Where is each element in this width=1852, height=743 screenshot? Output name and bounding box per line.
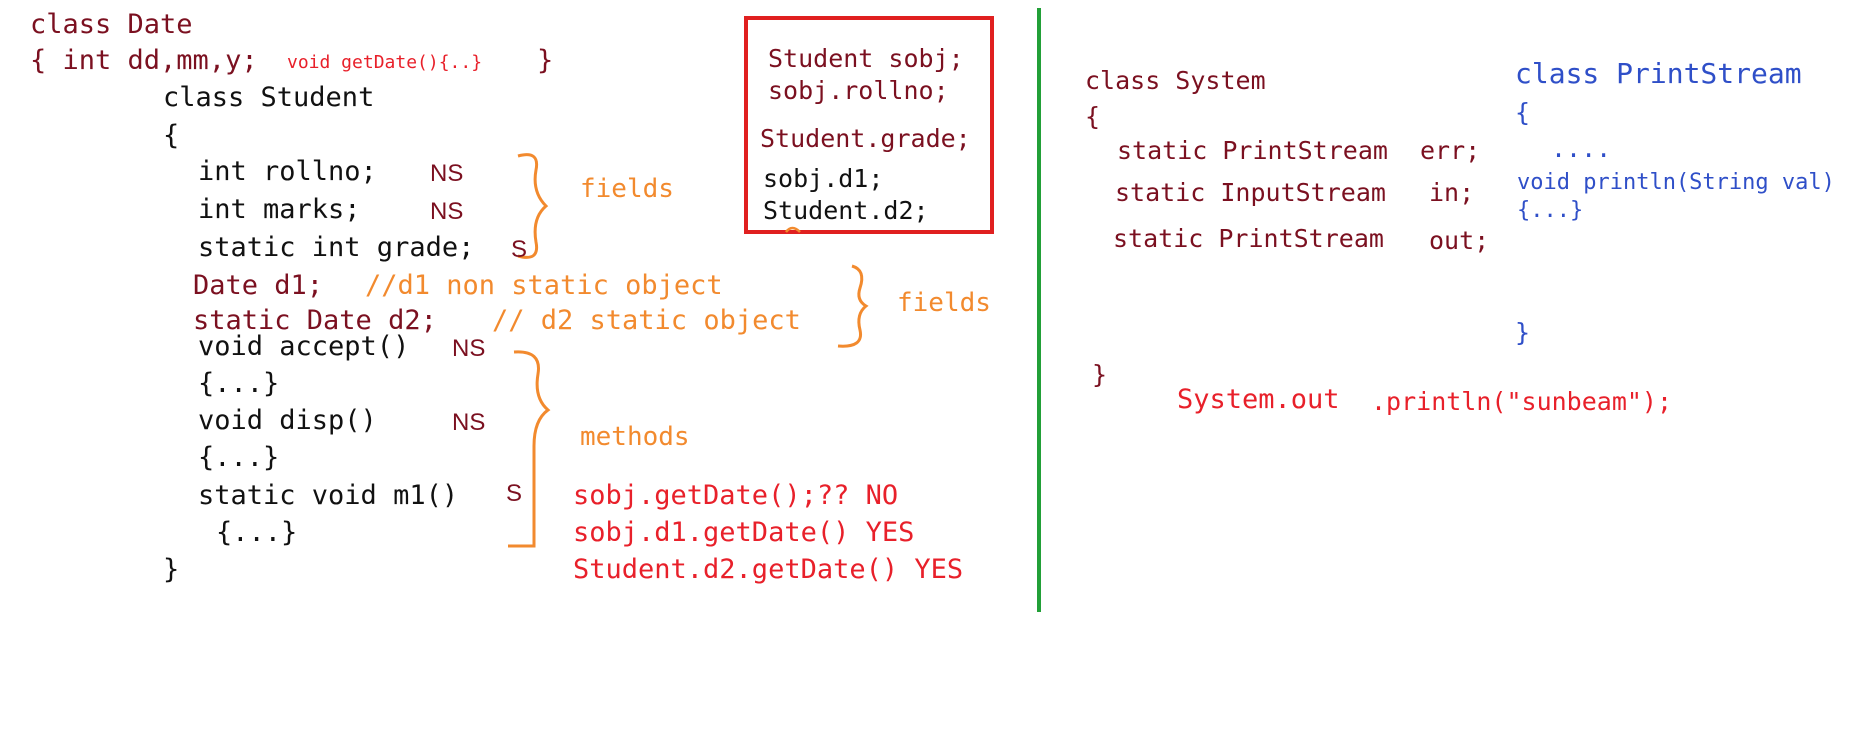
d2-comment: // d2 static object (492, 305, 801, 336)
fields-label-2: fields (897, 288, 991, 318)
method-disp: void disp() (198, 405, 377, 436)
out-type: static PrintStream (1113, 224, 1384, 253)
disp-tag: NS (452, 409, 486, 436)
field-d2: static Date d2; (193, 305, 437, 336)
field-rollno: int rollno; (198, 156, 377, 187)
println-method: void println(String val) (1517, 170, 1835, 195)
date-class-body: { int dd,mm,y; (30, 45, 258, 76)
in-type: static InputStream (1115, 178, 1386, 207)
println-method-body: {...} (1517, 198, 1584, 223)
marks-tag: NS (430, 198, 464, 225)
box-line-1: Student sobj; (768, 44, 964, 73)
field-marks: int marks; (198, 194, 361, 225)
field-grade: static int grade; (198, 232, 475, 263)
call-line-1: sobj.getDate();?? NO (573, 480, 899, 511)
call-println: .println("sunbeam"); (1371, 387, 1673, 416)
m1-body: {...} (216, 517, 298, 548)
call-line-2: sobj.d1.getDate() YES (573, 517, 915, 548)
call-line-3: Student.d2.getDate() YES (573, 554, 964, 585)
box-line-2: sobj.rollno; (768, 76, 949, 105)
date-class-close: } (537, 45, 554, 76)
methods-label: methods (580, 422, 690, 452)
accept-tag: NS (452, 335, 486, 362)
grade-tag: S (511, 236, 528, 263)
method-m1: static void m1() (198, 480, 459, 511)
system-class-heading: class System (1085, 66, 1266, 95)
date-getdate-method: void getDate(){..} (287, 52, 483, 73)
fields-brace-2 (837, 264, 869, 348)
accept-body: {...} (198, 368, 280, 399)
system-open-brace: { (1085, 102, 1101, 131)
err-type: static PrintStream (1117, 136, 1388, 165)
student-open-brace: { (163, 120, 180, 151)
printstream-close-brace: } (1515, 318, 1531, 347)
d1-comment: //d1 non static object (365, 270, 723, 301)
system-close-brace: } (1092, 360, 1108, 389)
whiteboard-canvas: class Date { int dd,mm,y; void getDate()… (0, 0, 1852, 743)
disp-body: {...} (198, 442, 280, 473)
printstream-dots: .... (1551, 134, 1612, 163)
printstream-open-brace: { (1515, 98, 1531, 127)
box-line-4: sobj.d1; (763, 164, 884, 193)
fields-label-1: fields (580, 174, 674, 204)
rollno-tag: NS (430, 160, 464, 187)
m1-tag: S (506, 480, 523, 507)
in-name: in; (1429, 178, 1475, 207)
student-close-brace: } (163, 554, 180, 585)
field-d1: Date d1; (193, 270, 324, 301)
out-name: out; (1429, 226, 1490, 255)
student-class-heading: class Student (163, 82, 375, 113)
call-system-out: System.out (1177, 384, 1340, 415)
printstream-class-heading: class PrintStream (1515, 57, 1802, 90)
method-accept: void accept() (198, 331, 410, 362)
box-line-5: Student.d2; (763, 196, 929, 225)
err-name: err; (1420, 136, 1481, 165)
box-line-3: Student.grade; (760, 124, 971, 153)
date-class-heading: class Date (30, 9, 193, 40)
methods-brace (508, 350, 551, 548)
